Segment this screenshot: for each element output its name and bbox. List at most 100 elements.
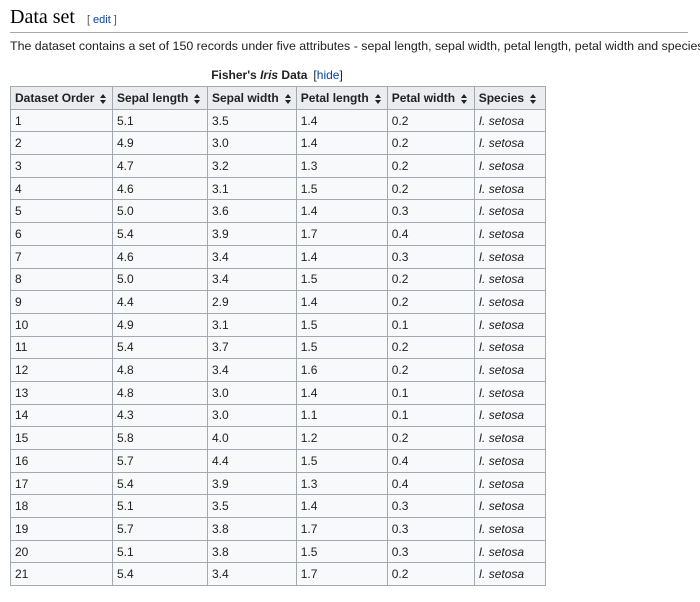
petal-width-cell: 0.2 — [386, 290, 475, 314]
table-row: 10 4.9 3.1 1.5 0.1 I. setosa — [10, 312, 546, 337]
sepal-width-cell: 3.1 — [207, 176, 297, 201]
dataset-order-cell: 11 — [10, 335, 113, 360]
sepal-width-cell: 3.0 — [207, 403, 297, 428]
table-row: 3 4.7 3.2 1.3 0.2 I. setosa — [10, 154, 546, 178]
species-cell: I. setosa — [473, 176, 546, 201]
hide-toggle: [hide] — [313, 68, 342, 82]
column-header-label: Petal width — [391, 90, 456, 105]
dataset-order-cell: 5 — [10, 199, 113, 224]
petal-width-cell: 0.3 — [386, 494, 475, 519]
sepal-length-cell: 4.3 — [112, 403, 208, 428]
sepal-width-cell: 3.8 — [207, 539, 297, 564]
table-row: 19 5.7 3.8 1.7 0.3 I. setosa — [10, 517, 546, 541]
petal-length-cell: 1.5 — [295, 312, 388, 337]
sepal-length-cell: 5.4 — [112, 335, 208, 360]
petal-width-cell: 0.2 — [386, 108, 475, 133]
petal-length-cell: 1.4 — [295, 108, 388, 133]
species-cell: I. setosa — [473, 267, 546, 292]
column-header-species[interactable]: Species — [473, 86, 546, 110]
table-row: 6 5.4 3.9 1.7 0.4 I. setosa — [10, 222, 546, 246]
petal-width-cell: 0.4 — [386, 222, 475, 246]
petal-width-cell: 0.2 — [386, 426, 475, 450]
table-header-row: Dataset Order Sepal length Sepal width P… — [10, 86, 546, 110]
hide-link[interactable]: hide — [317, 68, 340, 82]
table-row: 20 5.1 3.8 1.5 0.3 I. setosa — [10, 539, 546, 564]
species-cell: I. setosa — [473, 539, 546, 564]
dataset-order-cell: 13 — [10, 380, 113, 405]
petal-width-cell: 0.4 — [386, 449, 475, 473]
petal-length-cell: 1.5 — [295, 267, 388, 292]
column-header-label: Sepal length — [117, 90, 189, 105]
species-cell: I. setosa — [473, 471, 546, 496]
table-row: 5 5.0 3.6 1.4 0.3 I. setosa — [10, 199, 546, 224]
species-cell: I. setosa — [473, 403, 546, 428]
table-row: 17 5.4 3.9 1.3 0.4 I. setosa — [10, 471, 546, 496]
table-row: 7 4.6 3.4 1.4 0.3 I. setosa — [10, 244, 546, 269]
dataset-order-cell: 16 — [10, 449, 113, 473]
sepal-length-cell: 4.6 — [112, 244, 208, 269]
dataset-order-cell: 14 — [10, 403, 113, 428]
sepal-length-cell: 4.9 — [112, 131, 208, 156]
petal-length-cell: 1.2 — [295, 426, 388, 450]
petal-length-cell: 1.4 — [295, 244, 388, 269]
column-header-label: Sepal width — [212, 90, 279, 105]
column-header-sepal-length[interactable]: Sepal length — [112, 86, 208, 110]
column-header-petal-length[interactable]: Petal length — [295, 86, 388, 110]
dataset-order-cell: 6 — [10, 222, 113, 246]
edit-section: [edit] — [87, 14, 117, 26]
section-heading: Data set [edit] — [10, 2, 688, 33]
sepal-width-cell: 3.9 — [207, 222, 297, 246]
petal-length-cell: 1.5 — [295, 539, 388, 564]
table-row: 11 5.4 3.7 1.5 0.2 I. setosa — [10, 335, 546, 360]
dataset-order-cell: 17 — [10, 471, 113, 496]
table-row: 8 5.0 3.4 1.5 0.2 I. setosa — [10, 267, 546, 292]
sepal-length-cell: 5.0 — [112, 267, 208, 292]
sepal-length-cell: 5.7 — [112, 449, 208, 473]
table-body: 1 5.1 3.5 1.4 0.2 I. setosa 2 4.9 3.0 1.4 0.2 I. se… — [10, 108, 546, 587]
column-header-dataset-order[interactable]: Dataset Order — [10, 86, 113, 110]
sepal-length-cell: 5.4 — [112, 222, 208, 246]
column-header-sepal-width[interactable]: Sepal width — [207, 86, 297, 110]
petal-length-cell: 1.3 — [295, 154, 388, 178]
species-cell: I. setosa — [473, 335, 546, 360]
sepal-width-cell: 3.2 — [207, 154, 297, 178]
intro-paragraph: The dataset contains a set of 150 record… — [10, 39, 700, 53]
sepal-width-cell: 3.7 — [207, 335, 297, 360]
sort-icon — [100, 93, 107, 104]
sepal-width-cell: 3.8 — [207, 517, 297, 541]
petal-length-cell: 1.5 — [295, 335, 388, 360]
petal-length-cell: 1.5 — [295, 449, 388, 473]
table-row: 15 5.8 4.0 1.2 0.2 I. setosa — [10, 426, 546, 450]
dataset-order-cell: 15 — [10, 426, 113, 450]
sepal-length-cell: 4.9 — [112, 312, 208, 337]
dataset-order-cell: 18 — [10, 494, 113, 519]
sort-icon — [374, 93, 382, 104]
petal-length-cell: 1.3 — [295, 471, 388, 496]
sepal-width-cell: 2.9 — [207, 290, 297, 314]
species-cell: I. setosa — [473, 358, 546, 382]
petal-width-cell: 0.4 — [386, 471, 475, 496]
species-cell: I. setosa — [473, 562, 546, 587]
sort-icon — [284, 93, 292, 104]
sepal-length-cell: 5.1 — [112, 494, 208, 519]
petal-length-cell: 1.4 — [295, 380, 388, 405]
petal-width-cell: 0.2 — [386, 154, 475, 178]
sepal-length-cell: 4.6 — [112, 176, 208, 201]
species-cell: I. setosa — [473, 222, 546, 246]
dataset-order-cell: 20 — [10, 539, 113, 564]
sepal-width-cell: 3.4 — [207, 358, 297, 382]
column-header-petal-width[interactable]: Petal width — [386, 86, 475, 110]
species-cell: I. setosa — [473, 426, 546, 450]
caption-suffix: Data — [278, 68, 308, 82]
dataset-order-cell: 19 — [10, 517, 113, 541]
sepal-length-cell: 5.7 — [112, 517, 208, 541]
table-row: 18 5.1 3.5 1.4 0.3 I. setosa — [10, 494, 546, 519]
petal-width-cell: 0.2 — [386, 358, 475, 382]
species-cell: I. setosa — [473, 449, 546, 473]
toggle-close-bracket: ] — [339, 68, 343, 82]
sepal-length-cell: 4.8 — [112, 380, 208, 405]
edit-link[interactable]: edit — [93, 14, 111, 26]
species-cell: I. setosa — [473, 517, 546, 541]
sepal-width-cell: 3.4 — [207, 562, 297, 587]
petal-width-cell: 0.1 — [386, 312, 475, 337]
